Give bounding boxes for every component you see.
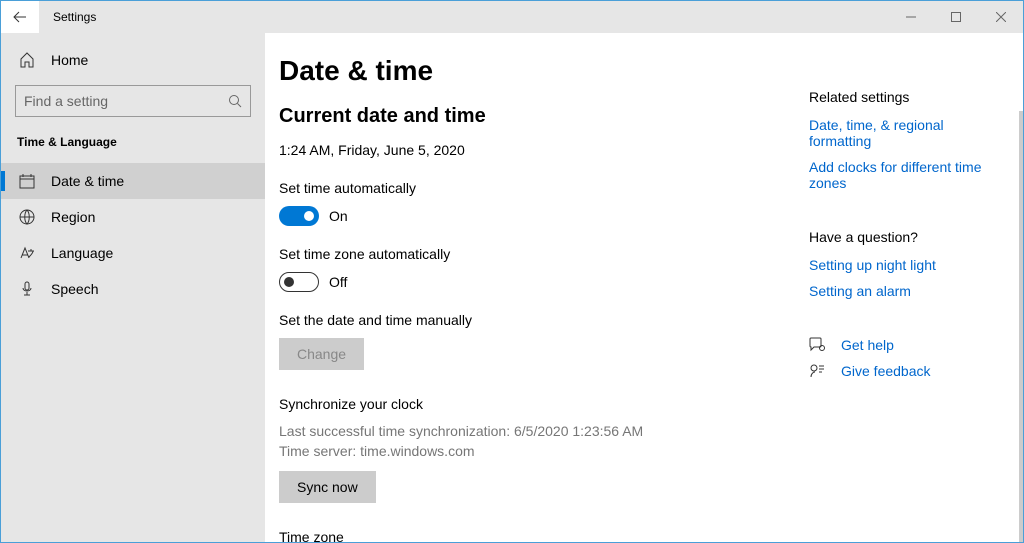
help-icon <box>809 337 825 353</box>
question-link[interactable]: Setting up night light <box>809 257 1003 273</box>
related-link[interactable]: Date, time, & regional formatting <box>809 117 1003 149</box>
set-time-auto-toggle[interactable] <box>279 206 319 226</box>
sync-last: Last successful time synchronization: 6/… <box>279 422 809 442</box>
category-header: Time & Language <box>1 135 265 163</box>
timezone-label: Time zone <box>279 529 809 542</box>
change-button[interactable]: Change <box>279 338 364 370</box>
set-tz-auto-toggle[interactable] <box>279 272 319 292</box>
maximize-icon <box>951 12 961 22</box>
microphone-icon <box>19 281 35 297</box>
sidebar: Home Time & Language Date & time Region … <box>1 33 265 542</box>
nav-date-time[interactable]: Date & time <box>1 163 265 199</box>
content-main: Date & time Current date and time 1:24 A… <box>279 55 809 542</box>
date-time-icon <box>19 173 35 189</box>
sync-server: Time server: time.windows.com <box>279 442 809 462</box>
nav-language[interactable]: Language <box>1 235 265 271</box>
nav-speech[interactable]: Speech <box>1 271 265 307</box>
nav-item-label: Speech <box>51 281 98 297</box>
set-manual-label: Set the date and time manually <box>279 312 809 328</box>
back-button[interactable] <box>1 1 39 33</box>
content-side: Related settings Date, time, & regional … <box>809 55 1023 542</box>
nav-item-label: Language <box>51 245 113 261</box>
related-link[interactable]: Add clocks for different time zones <box>809 159 1003 191</box>
page-title: Date & time <box>279 55 809 87</box>
nav-item-label: Region <box>51 209 95 225</box>
search-icon <box>228 94 242 108</box>
search-box[interactable] <box>15 85 251 117</box>
give-feedback-link[interactable]: Give feedback <box>841 363 931 379</box>
feedback-icon <box>809 363 825 379</box>
toggle-state: On <box>329 208 348 224</box>
set-time-auto-label: Set time automatically <box>279 180 809 196</box>
get-help-link[interactable]: Get help <box>841 337 894 353</box>
minimize-icon <box>906 12 916 22</box>
close-icon <box>996 12 1006 22</box>
question-link[interactable]: Setting an alarm <box>809 283 1003 299</box>
title-bar: Settings <box>1 1 1023 33</box>
close-button[interactable] <box>978 1 1023 33</box>
sync-now-button[interactable]: Sync now <box>279 471 376 503</box>
window-controls <box>888 1 1023 33</box>
window-title: Settings <box>53 10 96 24</box>
home-label: Home <box>51 52 88 68</box>
arrow-left-icon <box>13 10 27 24</box>
minimize-button[interactable] <box>888 1 933 33</box>
section-header: Current date and time <box>279 105 809 128</box>
language-icon <box>19 245 35 261</box>
set-tz-auto-label: Set time zone automatically <box>279 246 809 262</box>
home-icon <box>19 52 35 68</box>
globe-icon <box>19 209 35 225</box>
current-datetime: 1:24 AM, Friday, June 5, 2020 <box>279 142 809 158</box>
maximize-button[interactable] <box>933 1 978 33</box>
home-button[interactable]: Home <box>1 43 265 77</box>
scrollbar[interactable] <box>1019 111 1023 542</box>
related-settings-header: Related settings <box>809 89 1003 105</box>
search-input[interactable] <box>24 93 204 109</box>
toggle-state: Off <box>329 274 347 290</box>
sync-header: Synchronize your clock <box>279 396 809 412</box>
question-header: Have a question? <box>809 229 1003 245</box>
nav-region[interactable]: Region <box>1 199 265 235</box>
nav-item-label: Date & time <box>51 173 124 189</box>
